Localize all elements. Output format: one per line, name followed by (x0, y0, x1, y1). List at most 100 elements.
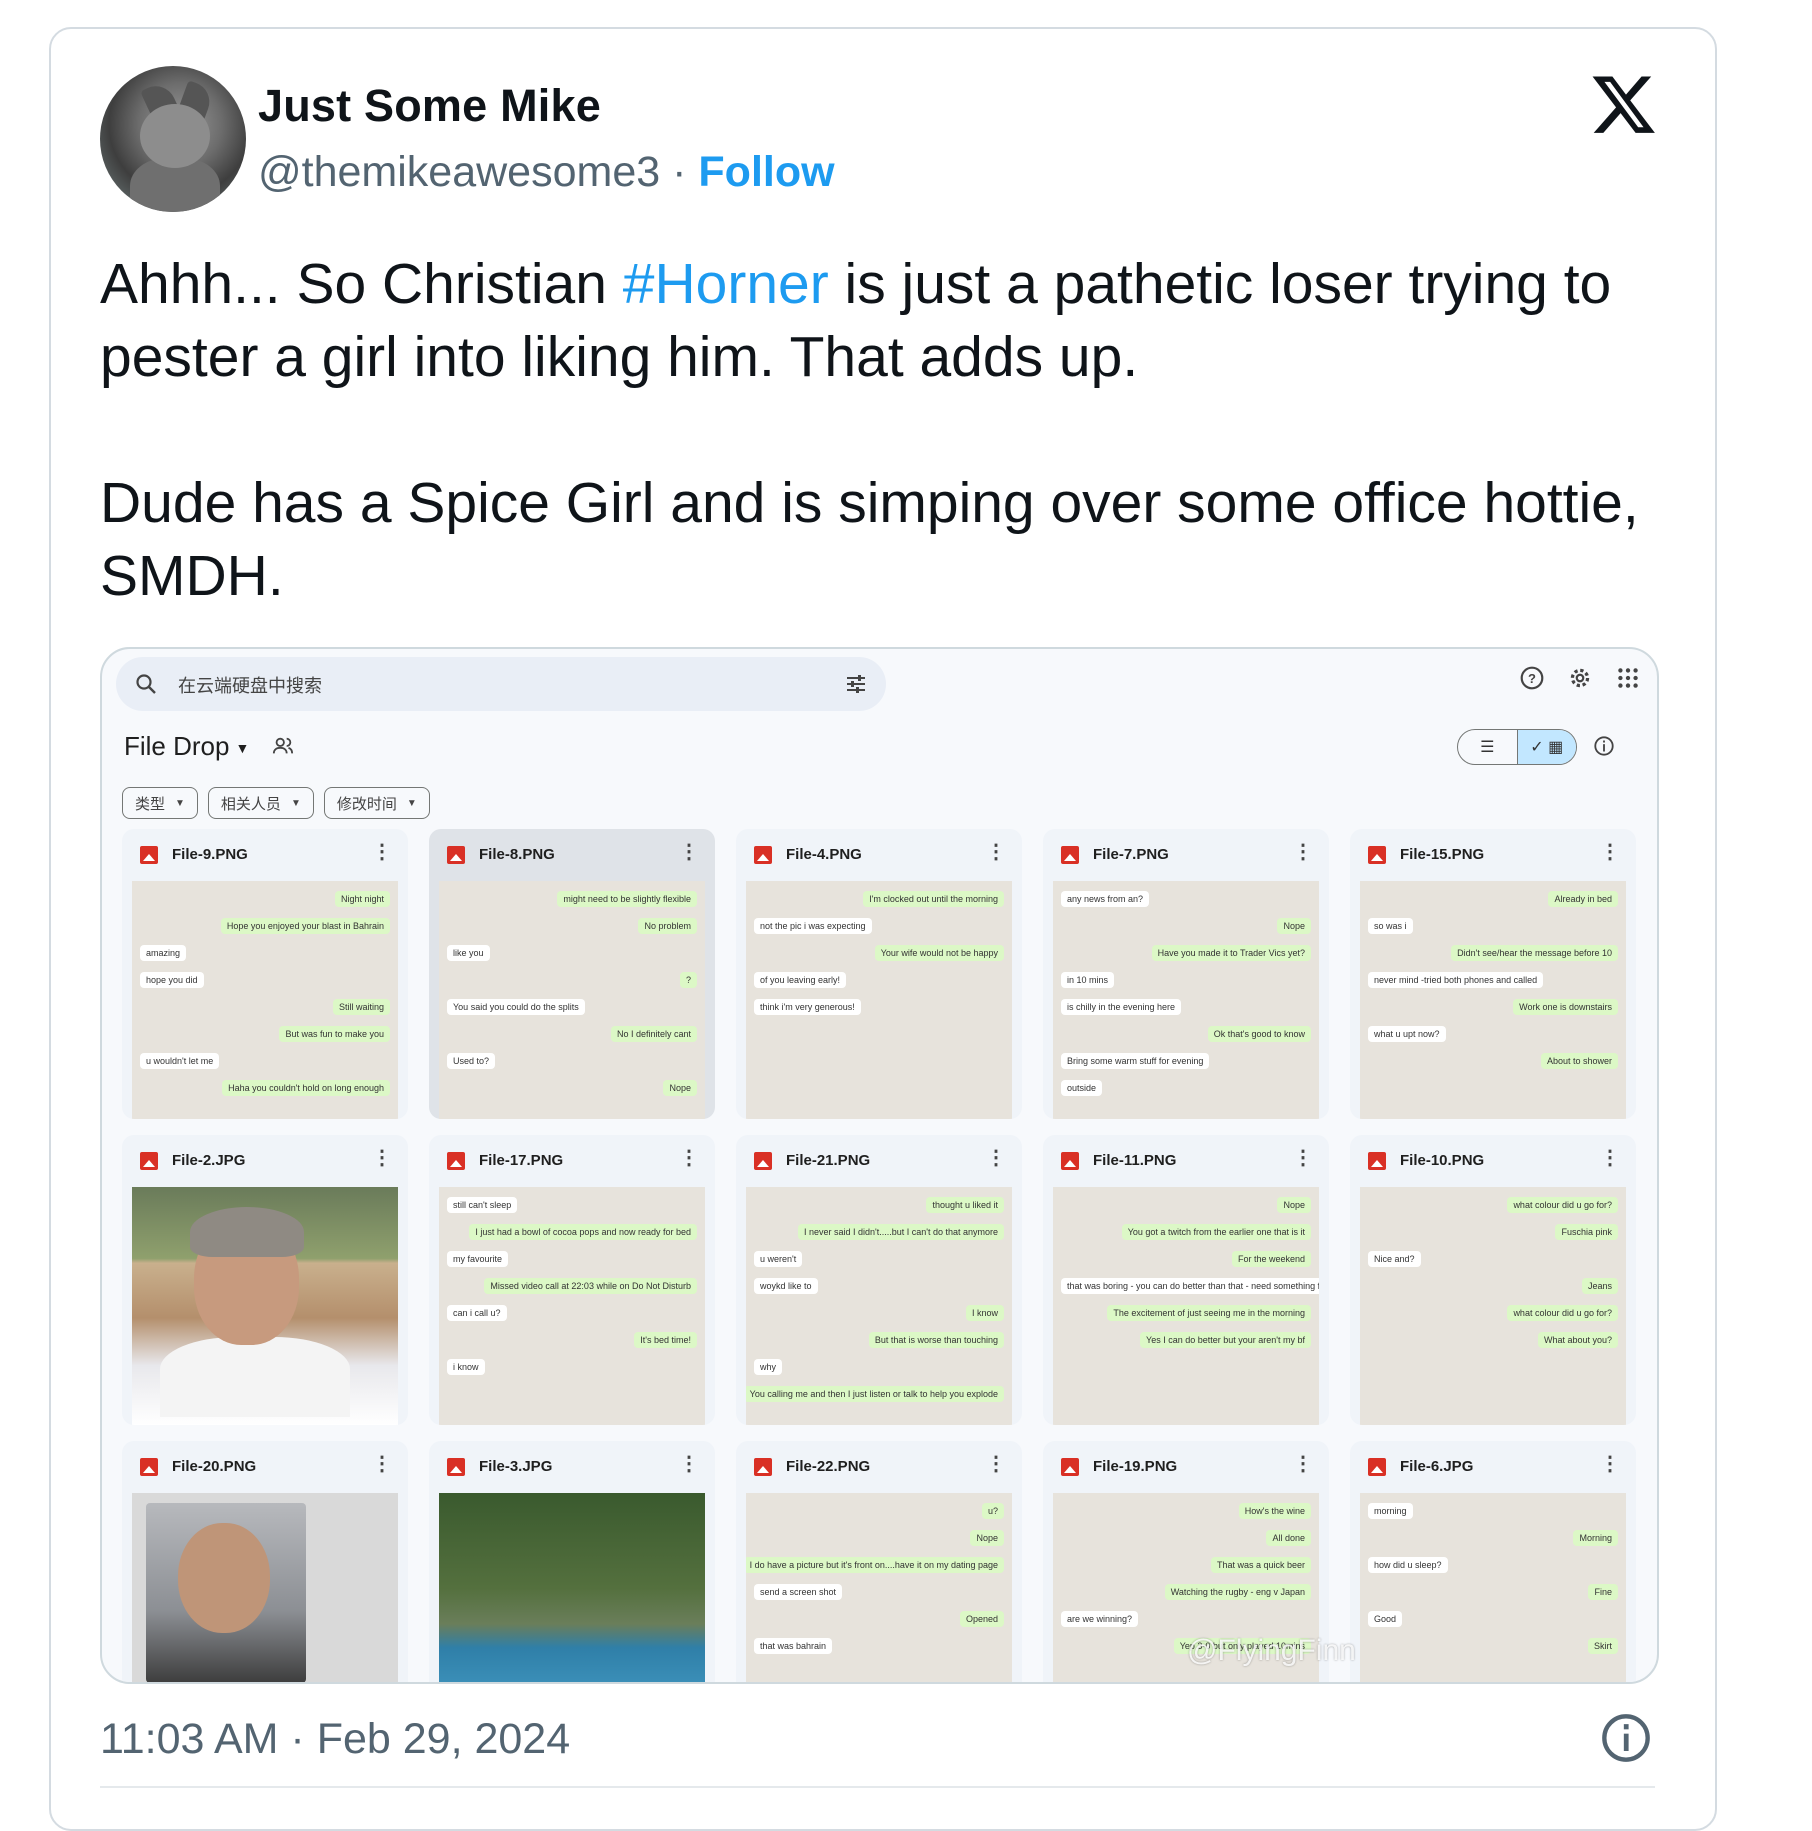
more-options-icon[interactable]: ⋮ (1600, 1148, 1620, 1168)
more-options-icon[interactable]: ⋮ (679, 1148, 699, 1168)
file-name: File-8.PNG (479, 846, 555, 863)
chat-message: Still waiting (332, 999, 390, 1015)
chat-message: Skirt (1588, 1638, 1618, 1654)
chat-screenshot-thumbnail: Already in bed so was i Didn't see/hear th… (1360, 881, 1626, 1119)
more-options-icon[interactable]: ⋮ (679, 842, 699, 862)
author-handle[interactable]: @themikeawesome3 (258, 148, 660, 196)
file-tile[interactable]: File-17.PNG ⋮ still can't sleep I just had … (429, 1135, 715, 1425)
hashtag-link[interactable]: #Horner (623, 252, 829, 316)
chat-message: Yes I can do better but your aren't my b… (1140, 1332, 1311, 1348)
file-tile[interactable]: File-6.JPG ⋮ morning Morning how did u sleep… (1350, 1441, 1636, 1682)
author-avatar[interactable] (100, 66, 246, 212)
more-options-icon[interactable]: ⋮ (372, 842, 392, 862)
more-options-icon[interactable]: ⋮ (372, 1148, 392, 1168)
file-tile[interactable]: File-7.PNG ⋮ any news from an? Nope Have you… (1043, 829, 1329, 1119)
chat-message: not the pic i was expecting (754, 918, 872, 934)
chat-screenshot-thumbnail: u? Nope I do have a picture but it's front… (746, 1493, 1012, 1682)
file-tile[interactable]: File-8.PNG ⋮ might need to be slightly fle… (429, 829, 715, 1119)
file-tile[interactable]: File-11.PNG ⋮ Nope You got a twitch from th… (1043, 1135, 1329, 1425)
file-tile[interactable]: File-22.PNG ⋮ u? Nope I do have a picture bu… (736, 1441, 1022, 1682)
more-options-icon[interactable]: ⋮ (986, 1148, 1006, 1168)
chat-message: woykd like to (754, 1278, 818, 1294)
more-options-icon[interactable]: ⋮ (679, 1454, 699, 1474)
image-file-icon (140, 1458, 158, 1476)
drive-search-bar[interactable]: 在云端硬盘中搜索 (116, 657, 886, 711)
more-options-icon[interactable]: ⋮ (986, 1454, 1006, 1474)
file-tile[interactable]: File-20.PNG ⋮ (122, 1441, 408, 1682)
more-options-icon[interactable]: ⋮ (372, 1454, 392, 1474)
tweet-text: Ahhh... So Christian #Horner is just a p… (100, 248, 1690, 613)
chevron-down-icon: ▼ (290, 797, 301, 809)
image-file-icon (1368, 1458, 1386, 1476)
chat-message: I know (965, 1305, 1004, 1321)
file-tile[interactable]: File-10.PNG ⋮ what colour did u go for? Fus… (1350, 1135, 1636, 1425)
chat-message: Fine (1588, 1584, 1618, 1600)
chat-message: Hope you enjoyed your blast in Bahrain (220, 918, 390, 934)
author-name[interactable]: Just Some Mike (258, 80, 601, 132)
file-tile[interactable]: File-4.PNG ⋮ I'm clocked out until the mor… (736, 829, 1022, 1119)
more-options-icon[interactable]: ⋮ (986, 842, 1006, 862)
file-tile[interactable]: File-9.PNG ⋮ Night night Hope you enjoyed y… (122, 829, 408, 1119)
filter-type[interactable]: 类型 ▼ (122, 787, 198, 819)
chat-screenshot-thumbnail: Night night Hope you enjoyed your blast i… (132, 881, 398, 1119)
chat-message: Haha you couldn't hold on long enough (222, 1080, 390, 1096)
chat-message: What about you? (1537, 1332, 1618, 1348)
chat-message: Missed video call at 22:03 while on Do N… (484, 1278, 697, 1294)
more-options-icon[interactable]: ⋮ (1293, 1454, 1313, 1474)
grid-view-icon[interactable]: ✓ ▦ (1516, 730, 1576, 764)
file-name: File-22.PNG (786, 1458, 871, 1475)
chat-message: Jeans (1581, 1278, 1618, 1294)
details-info-icon[interactable] (1593, 735, 1615, 757)
filter-people[interactable]: 相关人员 ▼ (207, 787, 314, 819)
view-toggle[interactable]: ☰ ✓ ▦ (1457, 729, 1577, 765)
chat-message: ? (679, 972, 697, 988)
file-tile[interactable]: File-2.JPG ⋮ (122, 1135, 408, 1425)
filter-people-label: 相关人员 (220, 795, 281, 813)
chat-message: Didn't see/hear the message before 10 (1451, 945, 1618, 961)
chat-screenshot-thumbnail: what colour did u go for? Fuschia pink Nic… (1360, 1187, 1626, 1425)
image-file-icon (140, 846, 158, 864)
chat-message: that was boring - you can do better than… (1061, 1278, 1319, 1294)
search-options-icon[interactable] (844, 672, 868, 696)
chat-message: u weren't (754, 1251, 803, 1267)
file-tile[interactable]: File-3.JPG ⋮ (429, 1441, 715, 1682)
chat-message: are we winning? (1061, 1611, 1139, 1627)
watermark: @FlyingFinn (1187, 1634, 1356, 1667)
file-name: File-15.PNG (1400, 846, 1485, 863)
list-view-icon[interactable]: ☰ (1458, 730, 1517, 764)
file-name: File-21.PNG (786, 1152, 871, 1169)
chat-message: u? (981, 1503, 1004, 1519)
settings-gear-icon[interactable] (1567, 665, 1593, 691)
svg-text:?: ? (1528, 671, 1536, 686)
more-options-icon[interactable]: ⋮ (1293, 842, 1313, 862)
tweet-timestamp[interactable]: 11:03 AM · Feb 29, 2024 (100, 1715, 570, 1764)
chat-message: Nope (663, 1080, 697, 1096)
image-file-icon (1061, 1458, 1079, 1476)
chat-message: It's bed time! (634, 1332, 697, 1348)
file-tile[interactable]: File-21.PNG ⋮ thought u liked it I never sa… (736, 1135, 1022, 1425)
file-tile[interactable]: File-15.PNG ⋮ Already in bed so was i Didn't… (1350, 829, 1636, 1119)
chat-message: Have you made it to Trader Vics yet? (1151, 945, 1311, 961)
more-options-icon[interactable]: ⋮ (1600, 1454, 1620, 1474)
follow-button[interactable]: Follow (698, 148, 834, 196)
apps-grid-icon[interactable] (1615, 665, 1641, 691)
chat-screenshot-thumbnail: thought u liked it I never said I didn't.… (746, 1187, 1012, 1425)
chat-message: of you leaving early! (754, 972, 847, 988)
shared-people-icon[interactable] (272, 735, 294, 757)
chat-message: never mind -tried both phones and called (1368, 972, 1544, 988)
file-name: File-9.PNG (172, 846, 248, 863)
chat-message: morning (1368, 1503, 1413, 1519)
file-name: File-3.JPG (479, 1458, 553, 1475)
more-options-icon[interactable]: ⋮ (1293, 1148, 1313, 1168)
filter-modified[interactable]: 修改时间 ▼ (323, 787, 430, 819)
folder-title[interactable]: File Drop ▼ (124, 731, 249, 762)
info-icon[interactable] (1600, 1712, 1652, 1764)
more-options-icon[interactable]: ⋮ (1600, 842, 1620, 862)
x-logo-icon[interactable] (1590, 70, 1658, 138)
image-file-icon (447, 1152, 465, 1170)
attached-screenshot[interactable]: 在云端硬盘中搜索 ? File Drop ▼ ☰ ✓ ▦ 类型 ▼ 相关人员 ▼ 修改… (100, 647, 1659, 1684)
search-icon (136, 674, 156, 694)
help-icon[interactable]: ? (1519, 665, 1545, 691)
chevron-down-icon: ▼ (175, 797, 185, 809)
chat-message: No I definitely cant (610, 1026, 697, 1042)
